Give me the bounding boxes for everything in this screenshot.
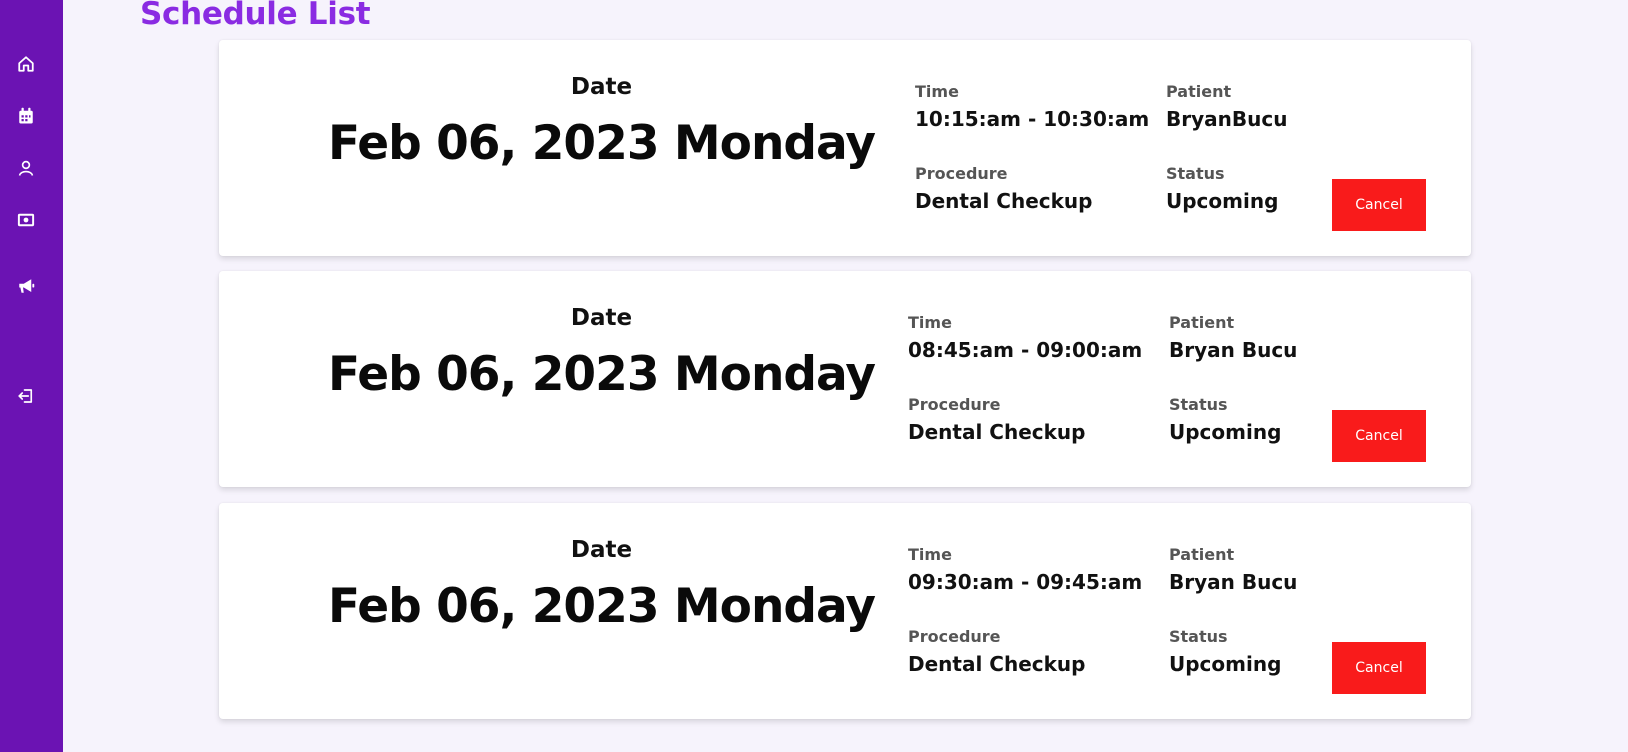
page-title: Schedule List: [140, 0, 371, 32]
logout-icon[interactable]: [14, 384, 38, 408]
schedule-card: Date Feb 06, 2023 Monday Time 09:30:am -…: [219, 503, 1471, 719]
date-value: Feb 06, 2023 Monday: [328, 347, 876, 402]
time-value: 08:45:am - 09:00:am: [908, 338, 1143, 362]
cancel-button[interactable]: Cancel: [1332, 642, 1426, 694]
time-value: 09:30:am - 09:45:am: [908, 570, 1143, 594]
patient-value: BryanBucu: [1166, 107, 1288, 131]
status-value: Upcoming: [1169, 420, 1282, 444]
patient-label: Patient: [1169, 545, 1235, 564]
date-value: Feb 06, 2023 Monday: [328, 579, 876, 634]
status-label: Status: [1169, 395, 1228, 414]
time-label: Time: [908, 545, 952, 564]
money-icon[interactable]: [14, 208, 38, 232]
patient-label: Patient: [1169, 313, 1235, 332]
procedure-value: Dental Checkup: [908, 652, 1086, 676]
date-label: Date: [570, 74, 633, 100]
date-label: Date: [570, 537, 633, 563]
time-label: Time: [915, 82, 959, 101]
schedule-card: Date Feb 06, 2023 Monday Time 08:45:am -…: [219, 271, 1471, 487]
procedure-value: Dental Checkup: [915, 189, 1093, 213]
cancel-button[interactable]: Cancel: [1332, 410, 1426, 462]
cancel-button[interactable]: Cancel: [1332, 179, 1426, 231]
date-label: Date: [570, 305, 633, 331]
megaphone-icon[interactable]: [14, 274, 38, 298]
calendar-icon[interactable]: [14, 104, 38, 128]
procedure-value: Dental Checkup: [908, 420, 1086, 444]
procedure-label: Procedure: [908, 395, 1001, 414]
patient-value: Bryan Bucu: [1169, 570, 1298, 594]
time-value: 10:15:am - 10:30:am: [915, 107, 1150, 131]
sidebar: [0, 0, 63, 752]
schedule-card: Date Feb 06, 2023 Monday Time 10:15:am -…: [219, 40, 1471, 256]
status-value: Upcoming: [1169, 652, 1282, 676]
procedure-label: Procedure: [908, 627, 1001, 646]
patient-value: Bryan Bucu: [1169, 338, 1298, 362]
status-label: Status: [1166, 164, 1225, 183]
patient-label: Patient: [1166, 82, 1232, 101]
status-value: Upcoming: [1166, 189, 1279, 213]
procedure-label: Procedure: [915, 164, 1008, 183]
home-icon[interactable]: [14, 52, 38, 76]
user-icon[interactable]: [14, 156, 38, 180]
date-value: Feb 06, 2023 Monday: [328, 116, 876, 171]
time-label: Time: [908, 313, 952, 332]
status-label: Status: [1169, 627, 1228, 646]
